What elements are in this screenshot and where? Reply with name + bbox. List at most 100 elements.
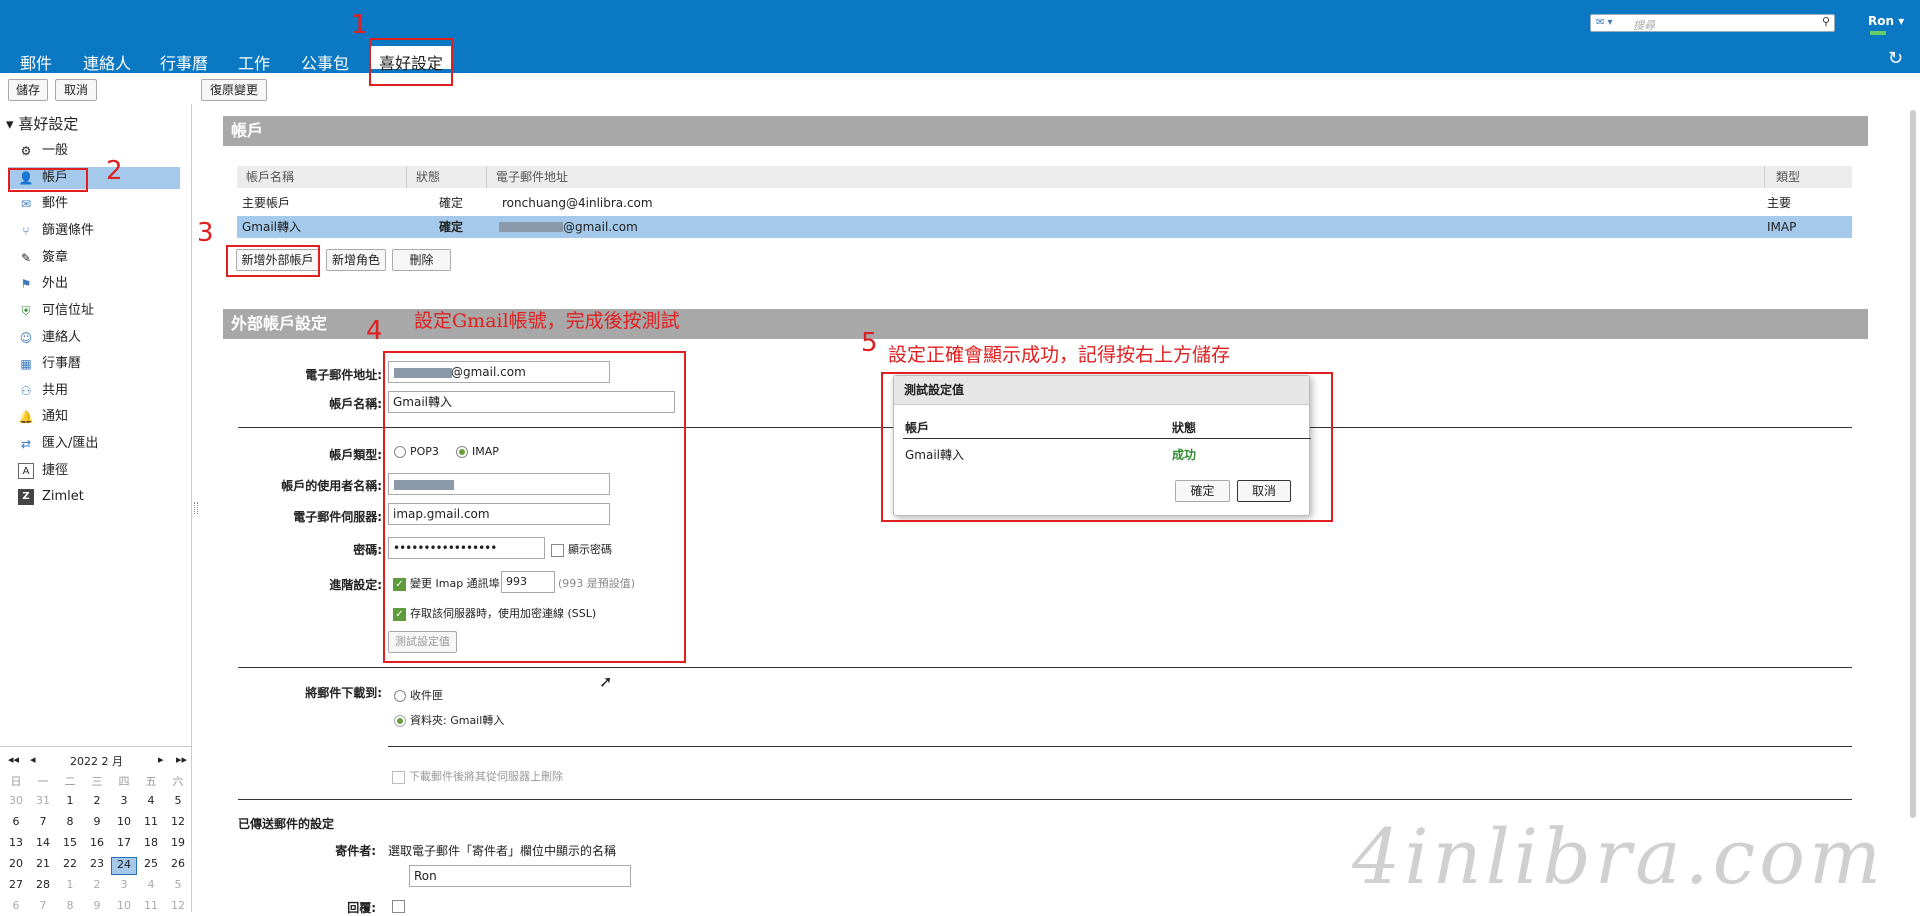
prev-year-icon[interactable]: ◂◂	[8, 753, 19, 766]
cancel-button[interactable]: 取消	[55, 79, 97, 101]
from-label: 寄件者:	[335, 844, 376, 858]
calendar-day[interactable]: 2	[84, 878, 110, 891]
calendar-day[interactable]: 9	[84, 899, 110, 912]
delete-after-download-checkbox[interactable]: 下載郵件後將其從伺服器上刪除	[392, 768, 563, 784]
sidebar-item-contacts[interactable]: ☺ 連絡人	[18, 327, 190, 349]
col-type[interactable]: 類型	[1776, 166, 1800, 188]
revert-button[interactable]: 復原變更	[201, 79, 267, 101]
calendar-day[interactable]: 23	[84, 857, 110, 870]
calendar-day[interactable]: 14	[30, 836, 56, 849]
calendar-day[interactable]: 5	[165, 794, 191, 807]
search-box[interactable]: ✉ ▾ 搜尋 ⚲	[1590, 14, 1835, 32]
sidebar-item-label: 一般	[42, 143, 69, 158]
calendar-day[interactable]: 10	[111, 899, 137, 912]
from-name-field[interactable]: Ron	[409, 865, 631, 887]
sidebar-item-trusted[interactable]: ⛨ 可信位址	[18, 300, 190, 322]
calendar-day[interactable]: 31	[30, 794, 56, 807]
calendar-day[interactable]: 2	[84, 794, 110, 807]
calendar-day[interactable]: 15	[57, 836, 83, 849]
sidebar-item-label: 行事曆	[42, 356, 82, 371]
calendar-day[interactable]: 3	[111, 794, 137, 807]
user-menu[interactable]: Ron ▾	[1868, 14, 1904, 28]
next-year-icon[interactable]: ▸▸	[176, 753, 187, 766]
radio-icon[interactable]	[394, 690, 406, 702]
calendar-day[interactable]: 4	[138, 878, 164, 891]
col-account-name[interactable]: 帳戶名稱	[246, 166, 294, 188]
sidebar-item-sharing[interactable]: ⚇ 共用	[18, 380, 190, 402]
calendar-day[interactable]: 30	[3, 794, 29, 807]
calendar-day[interactable]: 10	[111, 815, 137, 828]
sidebar-item-filters[interactable]: ⑂ 篩選條件	[18, 220, 190, 242]
sidebar-item-label: 郵件	[42, 196, 69, 211]
calendar-day[interactable]: 11	[138, 899, 164, 912]
calendar-day[interactable]: 20	[3, 857, 29, 870]
calendar-day[interactable]: 3	[111, 878, 137, 891]
calendar-day[interactable]: 1	[57, 794, 83, 807]
calendar-day[interactable]: 7	[30, 899, 56, 912]
refresh-icon[interactable]: ↻	[1888, 48, 1903, 69]
col-status[interactable]: 狀態	[416, 166, 440, 188]
tab-tasks[interactable]: 工作	[238, 50, 270, 74]
tab-calendar[interactable]: 行事曆	[160, 50, 208, 74]
calendar-day[interactable]: 17	[111, 836, 137, 849]
calendar-day[interactable]: 21	[30, 857, 56, 870]
scrollbar-thumb[interactable]	[1910, 110, 1916, 818]
calendar-day[interactable]: 8	[57, 815, 83, 828]
prev-month-icon[interactable]: ◂	[30, 753, 36, 766]
calendar-day[interactable]: 8	[57, 899, 83, 912]
tab-briefcase[interactable]: 公事包	[301, 50, 349, 74]
calendar-day[interactable]: 7	[30, 815, 56, 828]
calendar-day[interactable]: 22	[57, 857, 83, 870]
tab-contacts[interactable]: 連絡人	[83, 50, 131, 74]
checkbox-icon[interactable]	[392, 770, 405, 784]
sidebar-item-label: 篩選條件	[42, 223, 95, 238]
calendar-month-title[interactable]: 2022 2 月	[70, 753, 123, 769]
sidebar-item-mail[interactable]: ✉ 郵件	[18, 193, 190, 215]
table-row-selected[interactable]: Gmail轉入 確定 @gmail.com IMAP	[237, 216, 1852, 238]
reply-checkbox[interactable]	[392, 899, 409, 913]
table-row[interactable]: 主要帳戶 確定 ronchuang@4inlibra.com 主要	[237, 192, 1852, 214]
calendar-day[interactable]: 5	[165, 878, 191, 891]
sidebar-item-label: 連絡人	[42, 330, 82, 345]
resize-handle[interactable]	[194, 502, 198, 514]
calendar-day[interactable]: 12	[165, 815, 191, 828]
inbox-radio[interactable]: 收件匣	[394, 687, 443, 703]
mail-icon[interactable]: ✉ ▾	[1596, 17, 1613, 28]
radio-icon[interactable]	[394, 715, 406, 727]
calendar-day[interactable]: 6	[3, 899, 29, 912]
calendar-day[interactable]: 11	[138, 815, 164, 828]
sidebar-item-signatures[interactable]: ✎ 簽章	[18, 247, 190, 269]
calendar-day[interactable]: 18	[138, 836, 164, 849]
col-email[interactable]: 電子郵件地址	[496, 166, 568, 188]
sidebar-item-zimlet[interactable]: Z Zimlet	[18, 486, 190, 508]
sidebar-item-label: 捷徑	[42, 463, 69, 478]
calendar-day[interactable]: 4	[138, 794, 164, 807]
sidebar-title[interactable]: ▾ 喜好設定	[6, 113, 78, 134]
sidebar-item-general[interactable]: ⚙ 一般	[18, 140, 190, 162]
folder-radio[interactable]: 資料夾: Gmail轉入	[394, 712, 504, 728]
delete-button[interactable]: 刪除	[392, 249, 451, 271]
calendar-day[interactable]: 25	[138, 857, 164, 870]
calendar-day[interactable]: 24	[111, 857, 137, 875]
save-button[interactable]: 儲存	[8, 79, 48, 101]
calendar-day[interactable]: 16	[84, 836, 110, 849]
calendar-day[interactable]: 1	[57, 878, 83, 891]
user-name[interactable]: Ron	[1868, 14, 1894, 28]
sidebar-item-calendar[interactable]: ▦ 行事曆	[18, 353, 190, 375]
calendar-day[interactable]: 13	[3, 836, 29, 849]
sidebar-item-out-of-office[interactable]: ⚑ 外出	[18, 273, 190, 295]
search-input[interactable]: 搜尋	[1633, 17, 1655, 33]
calendar-day[interactable]: 27	[3, 878, 29, 891]
sidebar-item-notifications[interactable]: 🔔 通知	[18, 406, 190, 428]
divider	[238, 667, 1852, 668]
checkbox-icon[interactable]	[392, 900, 405, 913]
next-month-icon[interactable]: ▸	[158, 753, 164, 766]
add-persona-button[interactable]: 新增角色	[326, 249, 386, 271]
calendar-day[interactable]: 28	[30, 878, 56, 891]
search-icon[interactable]: ⚲	[1822, 15, 1830, 28]
sidebar-item-import-export[interactable]: ⇄ 匯入/匯出	[18, 433, 190, 455]
calendar-day[interactable]: 9	[84, 815, 110, 828]
sidebar-item-shortcuts[interactable]: A 捷徑	[18, 460, 190, 482]
calendar-day[interactable]: 6	[3, 815, 29, 828]
tab-mail[interactable]: 郵件	[20, 50, 52, 74]
